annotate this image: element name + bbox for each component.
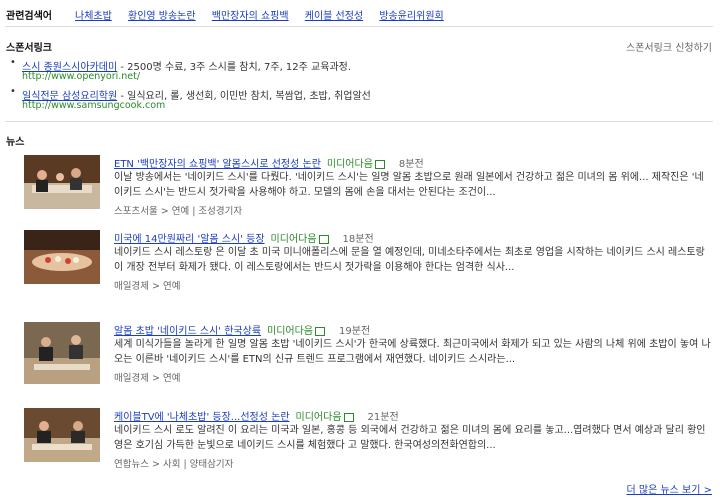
news-headline-link[interactable]: 미국에 14만원짜리 '알몸 스시' 등장 <box>114 234 265 245</box>
news-headline-link[interactable]: 알몸 초밥 '네이키드 스시' 한국상륙 <box>114 326 261 337</box>
news-item: 알몸 초밥 '네이키드 스시' 한국상륙 미디어다음 19분전 세계 미식가들을 놀… <box>24 322 714 392</box>
related-searches-list: 나체초밥 황인영 방송논란 백만장자의 쇼핑백 케이블 선정성 방송윤리위원회 <box>75 7 457 22</box>
news-meta: 매일경제 > 연예 <box>114 281 181 292</box>
sponsor-desc: - 2500명 수료, 3주 스시를 참치, 7주, 12주 교육과정. <box>117 62 352 73</box>
news-time: 19분전 <box>339 326 371 337</box>
more-news-link[interactable]: 더 많은 뉴스 보기 > <box>627 481 713 496</box>
bullet-icon: • <box>10 57 16 68</box>
sponsor-url[interactable]: http://www.samsungcook.com <box>22 100 165 111</box>
news-snippet: 이날 방송에서는 '네이키드 스시'를 다뤘다. '네이키드 스시'는 일명 알… <box>114 172 704 198</box>
news-time: 21분전 <box>367 412 399 423</box>
external-link-icon[interactable] <box>318 234 329 244</box>
news-meta: 스포츠서울 > 연예 | 조성경기자 <box>114 206 243 217</box>
news-source-link[interactable]: 미디어다음 <box>271 234 317 245</box>
divider <box>5 121 713 122</box>
divider <box>5 26 713 27</box>
news-snippet: 세계 미식가들을 놀라게 한 일명 알몸 초밥 '네이키드 스시'가 한국에 상… <box>114 339 711 365</box>
news-snippet: 네이키드 스시 레스토랑 은 이달 초 미국 미니애폴리스에 문을 열 예정인데… <box>114 247 705 273</box>
news-item: 케이블TV에 '나체초밥' 등장...선정성 논란 미디어다음 21분전 네이키드 … <box>24 408 714 470</box>
news-item: ETN '백만장자의 쇼핑백' 알몸스시로 선정성 논란 미디어다음 8분전 이날 … <box>24 155 714 217</box>
news-time: 8분전 <box>398 159 424 170</box>
external-link-icon[interactable] <box>374 159 385 169</box>
news-item: 미국에 14만원짜리 '알몸 스시' 등장 미디어다음 18분전 네이키드 스시 레… <box>24 230 714 292</box>
news-source-link[interactable]: 미디어다음 <box>296 412 342 423</box>
news-source-link[interactable]: 미디어다음 <box>327 159 373 170</box>
sponsor-section-title: 스폰서링크 <box>6 43 52 54</box>
news-snippet: 네이키드 스시 로도 알려진 이 요리는 미국과 일본, 홍콩 등 외국에서 건… <box>114 425 706 451</box>
news-meta: 매일경제 > 연예 <box>114 373 181 384</box>
related-search-link[interactable]: 백만장자의 쇼핑백 <box>212 11 289 22</box>
news-meta: 연합뉴스 > 사회 | 양태삼기자 <box>114 459 234 470</box>
external-link-icon[interactable] <box>343 412 354 422</box>
bullet-icon: • <box>10 86 16 97</box>
sponsor-apply-link[interactable]: 스폰서링크 신청하기 <box>626 39 712 54</box>
external-link-icon[interactable] <box>315 326 326 336</box>
related-searches-label: 관련검색어 <box>6 11 52 22</box>
news-thumbnail[interactable] <box>24 408 100 462</box>
news-thumbnail[interactable] <box>24 322 100 384</box>
news-headline-link[interactable]: 케이블TV에 '나체초밥' 등장...선정성 논란 <box>114 412 290 423</box>
related-search-link[interactable]: 방송윤리위원회 <box>379 11 443 22</box>
related-search-link[interactable]: 나체초밥 <box>75 11 112 22</box>
news-time: 18분전 <box>342 234 374 245</box>
sponsor-url[interactable]: http://www.openyori.net/ <box>22 71 140 82</box>
news-thumbnail[interactable] <box>24 230 100 284</box>
related-searches-bar: 관련검색어 나체초밥 황인영 방송논란 백만장자의 쇼핑백 케이블 선정성 방송… <box>0 0 720 26</box>
news-source-link[interactable]: 미디어다음 <box>267 326 313 337</box>
news-headline-link[interactable]: ETN '백만장자의 쇼핑백' 알몸스시로 선정성 논란 <box>114 159 321 170</box>
news-thumbnail[interactable] <box>24 155 100 209</box>
news-section-title: 뉴스 <box>6 137 25 148</box>
related-search-link[interactable]: 케이블 선정성 <box>305 11 363 22</box>
related-search-link[interactable]: 황인영 방송논란 <box>128 11 196 22</box>
